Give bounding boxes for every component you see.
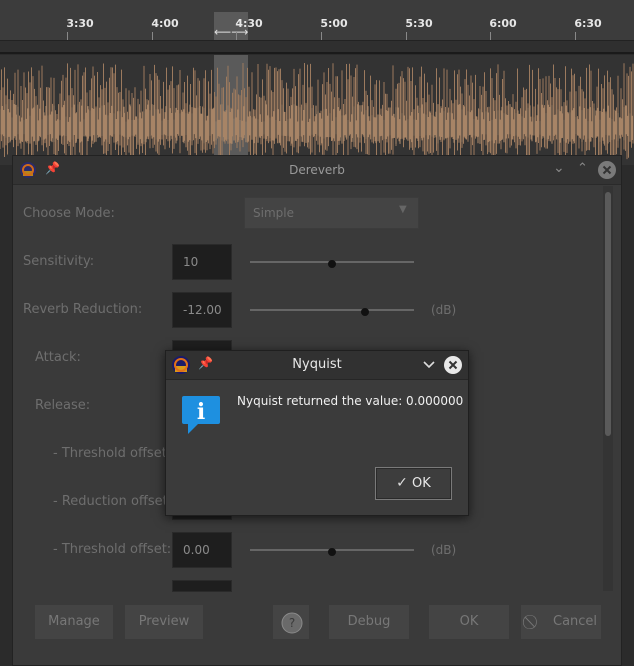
sensitivity-slider[interactable] xyxy=(250,260,414,268)
tick-mark xyxy=(321,32,322,40)
chevron-down-icon[interactable] xyxy=(422,359,436,371)
slider-knob[interactable] xyxy=(328,260,336,268)
release-label: Release: xyxy=(35,398,91,413)
slider-knob[interactable] xyxy=(328,548,336,556)
checkmark-icon: ✓ xyxy=(396,475,408,491)
tick-label: 6:30 xyxy=(574,17,602,30)
mode-select-value: Simple xyxy=(253,206,294,220)
nyquist-ok-label: OK xyxy=(412,476,431,491)
nyquist-dialog: 📌 Nyquist i Nyquist returned the value: … xyxy=(165,350,469,516)
dereverb-titlebar[interactable]: 📌 Dereverb ⌄ ⌃ xyxy=(13,156,621,185)
info-icon: i xyxy=(182,396,220,434)
chevron-down-icon[interactable]: ⌄ xyxy=(553,160,565,176)
svg-text:?: ? xyxy=(289,616,295,630)
tick-label: 3:30 xyxy=(66,17,94,30)
reverb-reduction-unit: (dB) xyxy=(431,303,457,317)
threshold-offset-2-field[interactable]: 0.00 xyxy=(172,532,232,568)
tick-mark xyxy=(152,32,153,40)
sensitivity-field[interactable]: 10 xyxy=(172,244,232,280)
nyquist-titlebar[interactable]: 📌 Nyquist xyxy=(166,351,468,380)
track-divider xyxy=(0,52,634,54)
tick-label: 6:00 xyxy=(489,17,517,30)
svg-text:i: i xyxy=(197,399,205,425)
cancel-label: Cancel xyxy=(553,614,598,629)
mode-select[interactable]: Simple ▼ xyxy=(244,197,419,229)
help-button[interactable]: ? xyxy=(272,604,310,640)
audio-waveform[interactable] xyxy=(0,55,634,165)
threshold-offset-label: - Threshold offset: xyxy=(53,446,172,461)
manage-button[interactable]: Manage xyxy=(34,604,114,640)
tick-label: 5:00 xyxy=(320,17,348,30)
tick-mark xyxy=(490,32,491,40)
tick-label: 4:30 xyxy=(235,17,263,30)
next-field[interactable] xyxy=(172,580,232,592)
timeline-ruler[interactable]: ⟵⟶ 3:30 4:00 4:30 5:00 5:30 6:00 6:30 xyxy=(0,0,634,41)
preview-button[interactable]: Preview xyxy=(124,604,204,640)
tick-label: 5:30 xyxy=(405,17,433,30)
slider-track xyxy=(250,309,414,311)
threshold-offset-2-slider[interactable] xyxy=(250,548,414,556)
tick-mark xyxy=(575,32,576,40)
tick-mark xyxy=(236,32,237,40)
tick-label: 4:00 xyxy=(151,17,179,30)
reduction-offset-label: - Reduction offset: xyxy=(53,494,173,509)
scrollbar-thumb[interactable] xyxy=(605,192,611,436)
dropdown-arrow-icon: ▼ xyxy=(399,204,407,215)
close-icon[interactable] xyxy=(597,160,617,180)
slider-knob[interactable] xyxy=(361,308,369,316)
reverb-reduction-field[interactable]: -12.00 xyxy=(172,292,232,328)
close-icon[interactable] xyxy=(443,355,463,375)
reverb-reduction-slider[interactable] xyxy=(250,308,414,316)
chevron-up-icon[interactable]: ⌃ xyxy=(577,161,588,176)
reverb-reduction-label: Reverb Reduction: xyxy=(23,302,143,317)
tick-mark xyxy=(67,32,68,40)
attack-label: Attack: xyxy=(35,350,81,365)
waveform-graphic xyxy=(0,55,634,165)
cancel-button[interactable]: ⃠ Cancel xyxy=(520,604,602,640)
choose-mode-label: Choose Mode: xyxy=(23,206,115,221)
threshold-offset-2-label: - Threshold offset: xyxy=(53,542,172,557)
nyquist-ok-button[interactable]: ✓ OK xyxy=(375,467,452,500)
ok-button[interactable]: OK xyxy=(428,604,510,640)
help-icon: ? xyxy=(281,612,303,634)
dereverb-title: Dereverb xyxy=(289,163,345,177)
sensitivity-label: Sensitivity: xyxy=(23,254,95,269)
nyquist-message: Nyquist returned the value: 0.000000 xyxy=(237,394,464,408)
tick-mark xyxy=(406,32,407,40)
threshold-offset-2-unit: (dB) xyxy=(431,543,457,557)
debug-button[interactable]: Debug xyxy=(328,604,410,640)
